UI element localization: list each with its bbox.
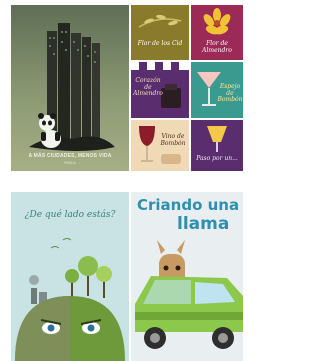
llama-title-line2: llama [177, 214, 230, 234]
grid-label-3: Corazón de Almendro [133, 77, 163, 97]
grid-label-6: Paso por un... [196, 155, 238, 162]
poster-grid[interactable]: Flor de los Cid Flor de Almendro Corazón… [131, 5, 243, 171]
planet-headline: ¿De qué lado estás? [24, 210, 116, 220]
olive-branch-icon [138, 14, 182, 28]
sundae-glass-icon [207, 126, 227, 152]
tree-icon [65, 256, 112, 298]
grid-cell-2: Flor de Almendro [191, 5, 243, 60]
factory-icon [29, 275, 47, 304]
poster-llama[interactable]: Criando una llama [131, 192, 243, 361]
grid-cell-6: Paso por un... [191, 120, 243, 171]
grid-cell-1: Flor de los Cid [131, 5, 189, 60]
panda-credit: PANDA [64, 161, 76, 165]
grid-label-5: Vino de Bombón [160, 133, 186, 147]
llama-title-line1: Criando una [137, 196, 240, 214]
panda-city-illustration [29, 23, 115, 151]
grid-label-1: Flor de los Cid [137, 40, 183, 47]
grid-cell-4: Espejo de Bombón [191, 62, 243, 118]
panda-caption: A MÁS CIUDADES, MENOS VIDA [28, 153, 112, 159]
grid-label-2: Flor de Almendro [202, 40, 232, 54]
poster-planet[interactable]: ¿De qué lado estás? [11, 192, 129, 361]
grid-cell-3: Corazón de Almendro [131, 62, 189, 118]
grid-label-4: Espejo de Bombón [217, 83, 243, 103]
car-icon [135, 276, 243, 349]
grid-cell-5: Vino de Bombón [131, 120, 189, 171]
poster-panda[interactable]: A MÁS CIUDADES, MENOS VIDA PANDA [11, 5, 129, 171]
